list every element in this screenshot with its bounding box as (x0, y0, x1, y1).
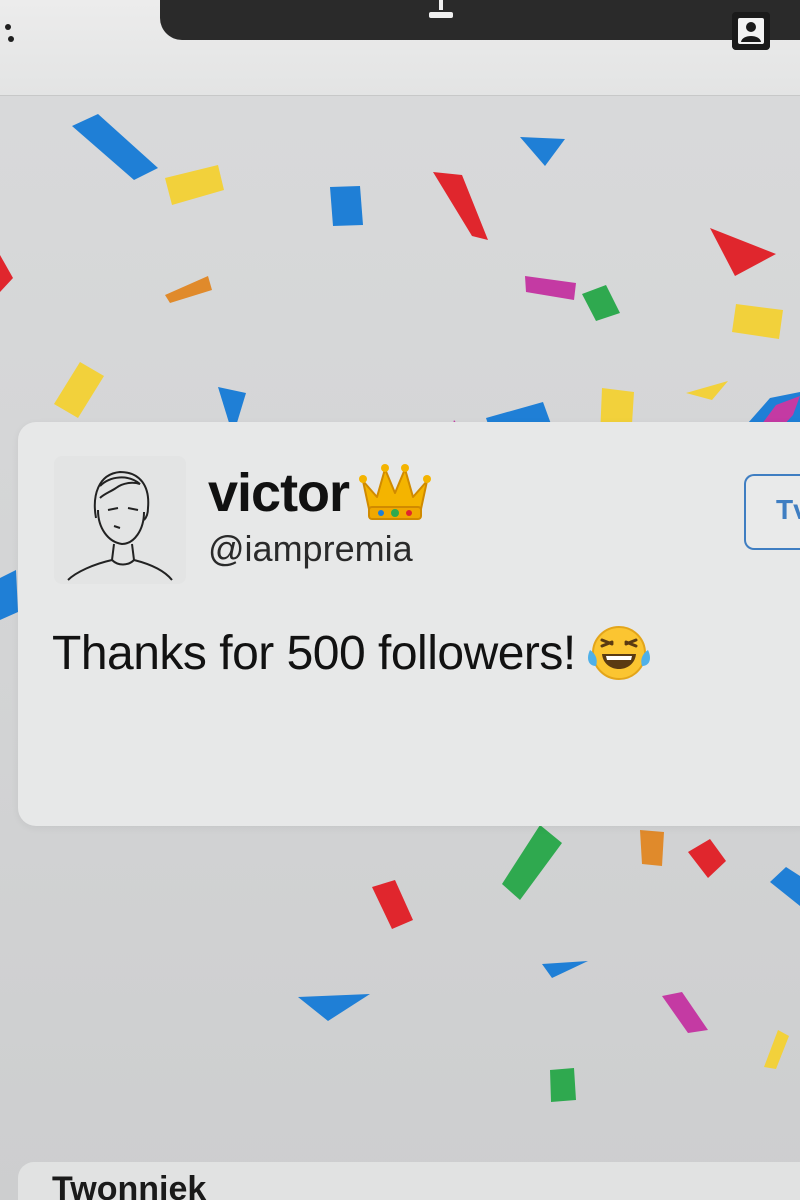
display-name[interactable]: victor (208, 462, 350, 524)
avatar[interactable] (54, 456, 186, 584)
screen: victor @iampremia Tv Thanks for 500 foll… (0, 0, 800, 1200)
tweet-card[interactable]: victor @iampremia Tv Thanks for 500 foll… (18, 422, 800, 826)
bottom-panel: Twonniek (18, 1162, 800, 1200)
follow-button[interactable]: Tv (744, 474, 800, 550)
display-name-row: victor (208, 458, 432, 528)
crown-icon (359, 464, 432, 520)
handle[interactable]: @iampremia (208, 528, 413, 570)
tweet-text: Thanks for 500 followers! (52, 626, 576, 680)
laughing-face-icon (587, 626, 650, 680)
bottom-section-title: Twonniek (52, 1170, 207, 1200)
tweet-body: Thanks for 500 followers! (52, 622, 650, 684)
